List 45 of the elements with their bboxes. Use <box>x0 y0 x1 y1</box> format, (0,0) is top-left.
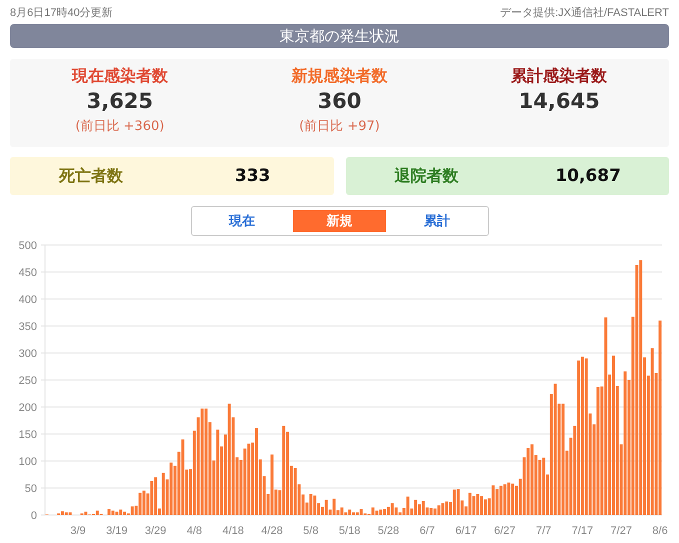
axis-label: 400 <box>18 294 37 306</box>
stat-label: 新規感染者数 <box>291 65 388 87</box>
axis-label: 6/17 <box>455 525 477 537</box>
axis-label: 7/27 <box>610 525 632 537</box>
axis-label: 100 <box>18 456 37 468</box>
outcome-label: 死亡者数 <box>58 166 124 186</box>
tab[interactable]: 新規 <box>292 210 386 232</box>
axis-label: 7/17 <box>572 525 594 537</box>
axis-label: 5/8 <box>303 525 318 537</box>
update-time: 8月6日17時40分更新 <box>10 6 113 20</box>
axis-label: 150 <box>18 429 37 441</box>
axis-label: 4/18 <box>222 525 244 537</box>
axis-label: 0 <box>30 510 37 522</box>
outcome-value: 10,687 <box>554 166 622 186</box>
stat-change: (前日比 +97) <box>299 118 380 136</box>
axis-label: 200 <box>18 402 37 414</box>
section-title: 東京都の発生状況 <box>10 24 669 48</box>
axis-label: 4/8 <box>186 525 202 537</box>
stat-label: 現在感染者数 <box>72 65 168 87</box>
stat-value: 360 <box>318 88 362 115</box>
stat-change: (前日比 +360) <box>75 118 164 136</box>
axis-label: 5/28 <box>378 525 400 537</box>
axis-label: 300 <box>18 348 37 360</box>
axis-label: 3/19 <box>106 525 128 537</box>
axis-label: 350 <box>18 321 37 333</box>
axis-label: 8/6 <box>652 525 668 537</box>
axis-label: 4/28 <box>261 525 283 537</box>
stat-value: 3,625 <box>86 88 154 115</box>
axis-label: 500 <box>18 240 37 252</box>
axis-label: 250 <box>18 375 37 387</box>
axis-label: 50 <box>24 483 37 495</box>
data-source: データ提供:JX通信社/FASTALERT <box>500 6 669 20</box>
axis-label: 3/9 <box>70 525 86 537</box>
axis-label: 3/29 <box>144 525 166 537</box>
axis-label: 6/27 <box>494 525 516 537</box>
axis-label: 450 <box>18 267 37 279</box>
stat-label: 累計感染者数 <box>511 65 608 87</box>
stat-value: 14,645 <box>518 88 600 115</box>
axis-label: 7/7 <box>536 525 552 537</box>
tab[interactable]: 累計 <box>390 210 484 232</box>
axis-label: 6/7 <box>420 525 435 537</box>
outcome-label: 退院者数 <box>393 166 460 186</box>
axis-label: 5/18 <box>338 525 360 537</box>
outcome-value: 333 <box>234 166 272 186</box>
tab[interactable]: 現在 <box>196 210 289 232</box>
